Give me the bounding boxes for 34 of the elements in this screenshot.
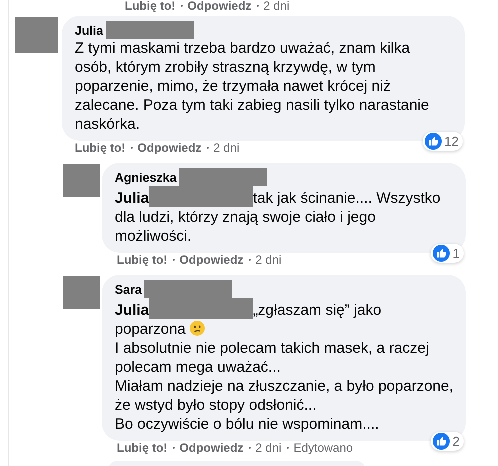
meta-text: 2 dni bbox=[264, 0, 290, 13]
action-link[interactable]: Lubię to! bbox=[117, 253, 168, 267]
confused-emoji-icon bbox=[190, 321, 205, 336]
mention-link[interactable]: Julia bbox=[115, 302, 150, 319]
thumbs-up-icon bbox=[432, 245, 450, 262]
meta-text: 2 dni bbox=[214, 141, 240, 155]
comment-text: Bo oczywiście o bólu nie wspominam.... bbox=[115, 415, 380, 434]
action-link[interactable]: Lubię to! bbox=[75, 141, 126, 155]
comment-text: Julia tak jak ścinanie.... Wszystko dla ludzi, którzy znają swoje ciało i jego możliwości. bbox=[115, 186, 456, 246]
action-link[interactable]: Odpowiedz bbox=[180, 441, 244, 455]
author-name[interactable]: Julia bbox=[75, 24, 104, 39]
author-name[interactable]: Sara bbox=[115, 283, 142, 298]
reaction-count[interactable]: 2 bbox=[430, 432, 464, 451]
action-link[interactable]: Lubię to! bbox=[117, 441, 168, 455]
meta-text: Edytowano bbox=[294, 441, 354, 455]
mention-link[interactable]: Julia bbox=[115, 190, 150, 207]
redacted-avatar bbox=[63, 164, 100, 197]
redacted-avatar bbox=[15, 17, 58, 53]
comment-text: I absolutnie nie polecam takich masek, a raczej polecam mega uważać... bbox=[115, 339, 430, 377]
action-link[interactable]: Lubię to! bbox=[125, 0, 176, 13]
thumbs-up-icon bbox=[424, 133, 442, 150]
comment-text: Julia „zgłaszam się” jako poparzona bbox=[115, 298, 456, 339]
author-name[interactable]: Agnieszka bbox=[115, 171, 177, 186]
meta-text: 2 dni bbox=[256, 253, 282, 267]
action-link[interactable]: Odpowiedz bbox=[180, 253, 244, 267]
meta-text: 2 dni bbox=[256, 441, 282, 455]
reaction-count[interactable]: 12 bbox=[422, 132, 463, 151]
action-link[interactable]: Odpowiedz bbox=[188, 0, 252, 13]
comment-text: Miałam nadzieje na złuszczanie, a było poparzone, że wstyd było stopy odsłonić... bbox=[115, 377, 455, 415]
thumbs-up-icon bbox=[432, 433, 450, 450]
action-link[interactable]: Odpowiedz bbox=[138, 141, 202, 155]
comment-text: Z tymi maskami trzeba bardzo uważać, znam kilka osób, którym zrobiły straszną krzywdę, w tym poparzenie, mimo, że trzymała nawet krócej niż zalecane. Poza tym taki zabieg nasili tylko narastanie naskórka. bbox=[75, 39, 430, 134]
redacted-avatar bbox=[63, 276, 100, 309]
reaction-count[interactable]: 1 bbox=[430, 244, 464, 263]
